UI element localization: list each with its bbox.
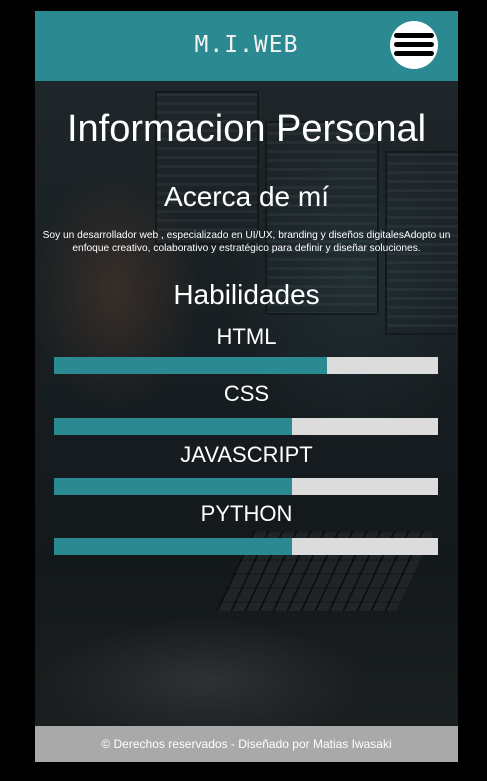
skill-label-python: PYTHON [200,501,293,526]
about-text: Soy un desarrollador web , especializado… [42,230,451,254]
skill-fill-css [54,418,293,435]
skill-fill-python [54,538,293,555]
skill-fill-javascript [54,478,293,495]
skill-bar-html [54,357,438,374]
footer: © Derechos reservados - Diseñado por Mat… [35,726,458,762]
hero-section: Informacion Personal Acerca de mí Soy un… [35,81,458,726]
skills-heading: Habilidades [173,279,320,310]
top-nav-bar: M.I.WEB [35,11,458,81]
skill-bar-javascript [54,478,438,495]
skill-bar-python [54,538,438,555]
skill-label-html: HTML [216,324,277,349]
about-heading: Acerca de mí [164,181,329,212]
app-frame: M.I.WEB Informacion Personal Acerca de m… [35,11,458,762]
skill-fill-html [54,357,327,374]
skill-label-css: CSS [223,381,270,406]
skill-label-javascript: JAVASCRIPT [180,442,313,467]
skill-bar-css [54,418,438,435]
page-title: Informacion Personal [66,108,427,150]
hamburger-menu-button[interactable] [390,21,438,69]
copyright-text: © Derechos reservados - Diseñado por Mat… [101,737,392,751]
